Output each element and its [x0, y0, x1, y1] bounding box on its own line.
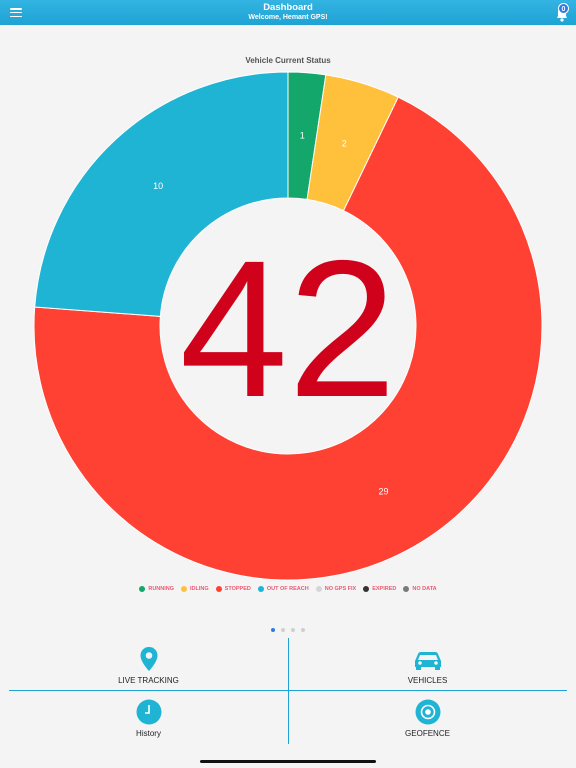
legend-dot: [215, 586, 222, 592]
vehicle-status-donut-chart: 1 2 29 10 42: [33, 71, 543, 581]
live-tracking-label: LIVE TRACKING: [118, 676, 179, 685]
page-indicator: [0, 628, 576, 632]
legend-item[interactable]: NO GPS FIX: [315, 586, 357, 592]
legend-label: OUT OF REACH: [266, 586, 309, 592]
page-dot[interactable]: [301, 628, 305, 632]
live-tracking-button[interactable]: LIVE TRACKING: [9, 638, 288, 691]
legend-label: NO GPS FIX: [324, 586, 357, 592]
legend-label: STOPPED: [224, 586, 251, 592]
menu-icon[interactable]: [10, 8, 22, 18]
home-indicator: [200, 760, 376, 763]
legend-dot: [139, 586, 146, 592]
legend-label: IDLING: [190, 586, 209, 592]
car-icon: [414, 652, 441, 670]
legend-dot: [363, 586, 370, 592]
slice-value-label: 10: [153, 181, 163, 191]
legend-item[interactable]: STOPPED: [215, 586, 251, 592]
app-header: Dashboard Welcome, Hemant GPS! 0: [0, 0, 576, 25]
page-dot[interactable]: [291, 628, 295, 632]
legend-dot: [181, 586, 188, 592]
legend-item[interactable]: OUT OF REACH: [257, 586, 309, 592]
legend-dot: [403, 586, 410, 592]
legend-label: RUNNING: [148, 586, 175, 592]
slice-value-label: 29: [378, 486, 388, 496]
legend-dot: [257, 586, 264, 592]
notification-badge: 0: [558, 3, 569, 14]
legend-dot: [315, 586, 322, 592]
legend-label: NO DATA: [412, 586, 437, 592]
geofence-button[interactable]: GEOFENCE: [288, 691, 567, 744]
legend-item[interactable]: EXPIRED: [363, 586, 396, 592]
welcome-subtitle: Welcome, Hemant GPS!: [248, 14, 328, 21]
page-dot[interactable]: [281, 628, 285, 632]
history-label: History: [136, 729, 161, 738]
page-title: Dashboard: [263, 2, 313, 13]
slice-value-label: 2: [342, 138, 347, 148]
page-dot[interactable]: [271, 628, 275, 632]
geofence-label: GEOFENCE: [405, 729, 450, 738]
vehicles-label: VEHICLES: [407, 676, 448, 685]
total-vehicles-count: 42: [180, 220, 397, 438]
legend-item[interactable]: IDLING: [181, 586, 209, 592]
vehicles-button[interactable]: VEHICLES: [288, 638, 567, 691]
history-button[interactable]: History: [9, 691, 288, 744]
slice-value-label: 1: [300, 131, 305, 141]
geofence-target-icon: [415, 699, 440, 725]
chart-legend: RUNNING IDLING STOPPED OUT OF REACH NO GPS F…: [0, 586, 576, 592]
legend-label: EXPIRED: [372, 586, 397, 592]
location-pin-icon: [140, 647, 157, 671]
legend-item[interactable]: NO DATA: [403, 586, 437, 592]
legend-item[interactable]: RUNNING: [139, 586, 174, 592]
clock-icon: [136, 699, 161, 725]
